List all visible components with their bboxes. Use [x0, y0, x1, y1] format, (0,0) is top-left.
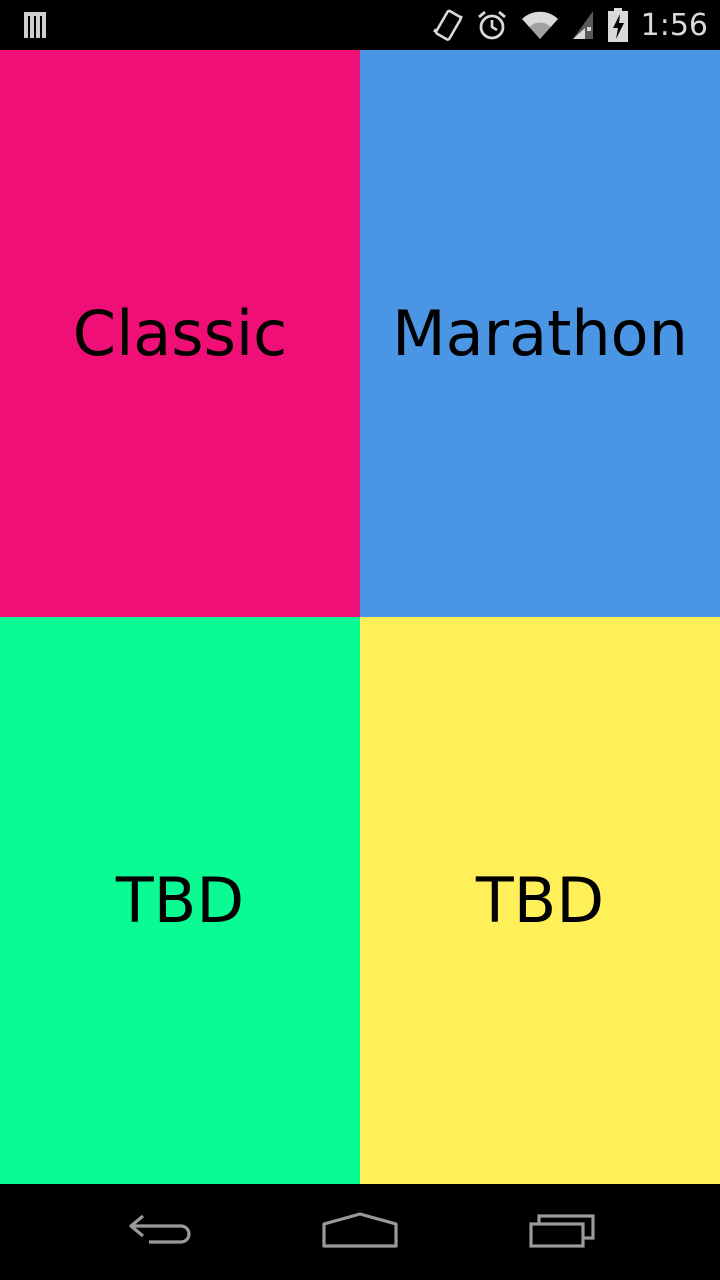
battery-charging-icon	[607, 7, 629, 43]
mode-grid: Classic Marathon TBD TBD	[0, 50, 720, 1184]
tile-label: TBD	[115, 864, 245, 937]
marathon-mode-tile[interactable]: Marathon	[360, 50, 720, 617]
tbd-mode-tile-left[interactable]: TBD	[0, 617, 360, 1184]
home-icon	[322, 1210, 398, 1254]
signal-icon	[571, 9, 595, 41]
classic-mode-tile[interactable]: Classic	[0, 50, 360, 617]
status-icons: 1:56	[432, 4, 708, 46]
home-button[interactable]	[312, 1206, 408, 1258]
recents-button[interactable]	[514, 1206, 610, 1258]
tbd-mode-tile-right[interactable]: TBD	[360, 617, 720, 1184]
back-icon	[125, 1210, 195, 1254]
alarm-icon	[475, 8, 509, 42]
recents-icon	[527, 1210, 597, 1254]
vibrate-icon	[432, 7, 463, 43]
status-bar: 1:56	[0, 0, 720, 50]
tile-label: Marathon	[392, 297, 688, 370]
clock-time: 1:56	[640, 7, 708, 43]
tile-label: Classic	[72, 297, 288, 370]
tile-label: TBD	[475, 864, 605, 937]
navigation-bar	[0, 1184, 720, 1280]
back-button[interactable]	[112, 1206, 208, 1258]
wifi-icon	[521, 9, 559, 41]
notification-bars-icon	[22, 10, 50, 40]
